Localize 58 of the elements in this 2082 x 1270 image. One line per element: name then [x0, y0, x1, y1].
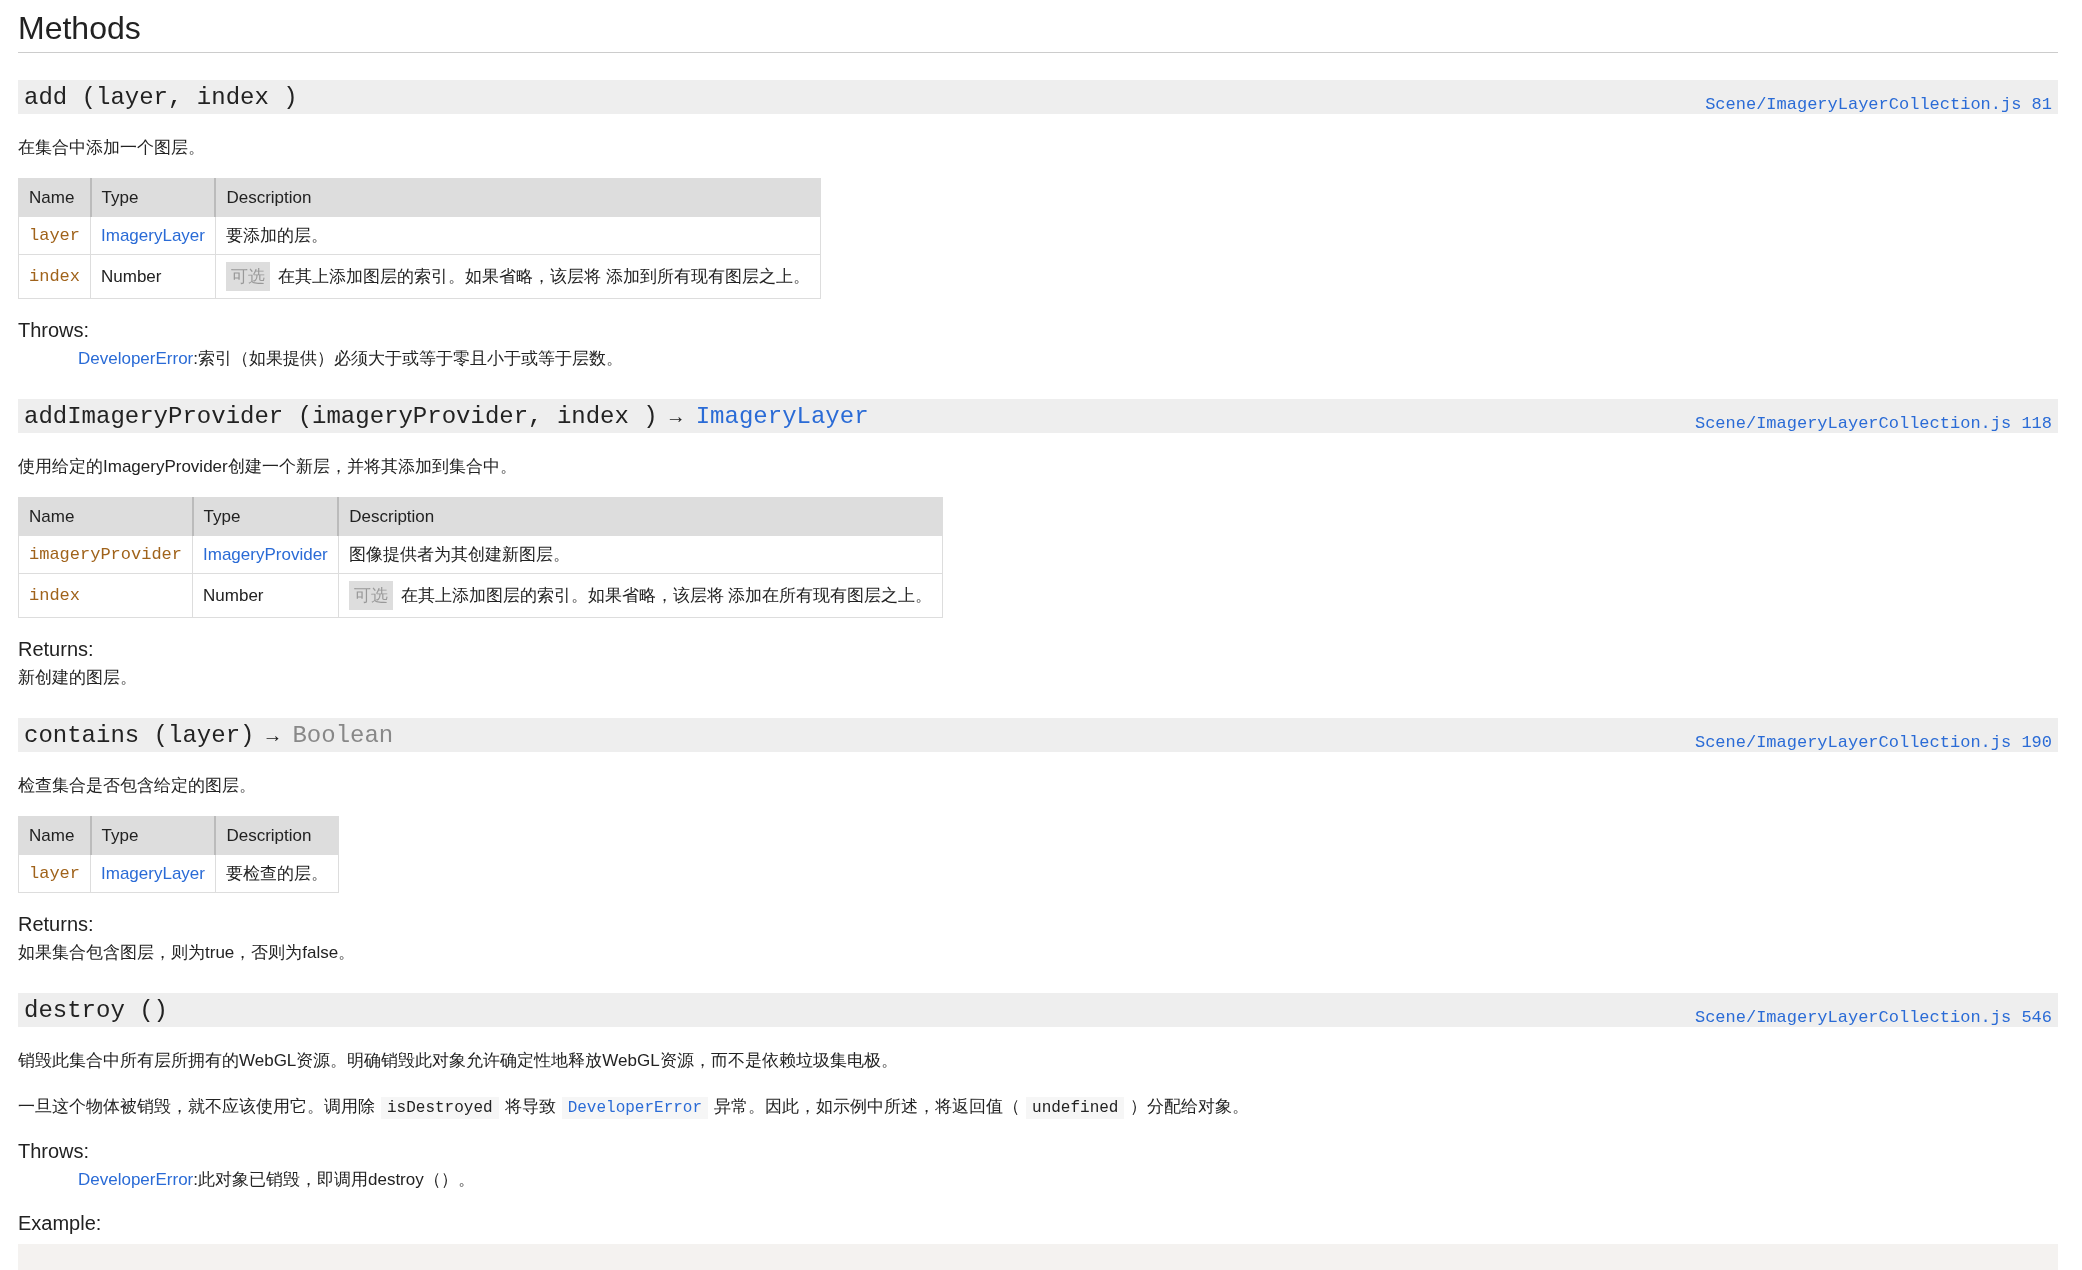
description-text: 图像提供者为其创建新图层。	[348, 545, 570, 564]
arrow-text: →	[669, 405, 682, 429]
type-link[interactable]: ImageryLayer	[101, 863, 205, 883]
description-text: 在其上添加图层的索引。如果省略，该层将 添加到所有现有图层之上。	[277, 267, 810, 286]
inline-code: undefined	[1026, 1097, 1125, 1119]
optional-badge: 可选	[225, 262, 270, 291]
return-type-link[interactable]: ImageryLayer	[695, 402, 869, 430]
return-type: Boolean	[292, 721, 394, 749]
column-header: Type	[90, 816, 216, 855]
source-link[interactable]: Scene/ImageryLayerCollection.js 81	[1705, 95, 2052, 114]
exception-text: :此对象已销毁，即调用destroy（）。	[193, 1170, 475, 1189]
method-signature: contains (layer)	[24, 721, 255, 749]
section-label: Example:	[18, 1211, 103, 1236]
description-text: 检查集合是否包含给定的图层。	[18, 775, 257, 797]
param-name-cell: index	[18, 573, 193, 618]
type-text: Number	[203, 585, 264, 605]
exception-link[interactable]: DeveloperError	[78, 349, 194, 368]
type-text: Number	[101, 266, 162, 286]
param-name-cell: layer	[18, 854, 91, 893]
inline-code-link[interactable]: DeveloperError	[561, 1097, 709, 1119]
column-header: Description	[215, 816, 339, 855]
section-label: Throws:	[18, 318, 91, 343]
method-signature: addImageryProvider (imageryProvider, index )	[24, 402, 658, 430]
optional-badge: 可选	[348, 581, 393, 610]
description-text: 要添加的层。	[225, 226, 328, 245]
page-heading: Methods	[18, 9, 141, 48]
inline-code: isDestroyed	[381, 1097, 499, 1119]
description-text: 在其上添加图层的索引。如果省略，该层将 添加在所有现有图层之上。	[400, 586, 933, 605]
column-header: Type	[192, 497, 339, 536]
column-header: Description	[215, 178, 821, 217]
section-label: Throws:	[18, 1139, 91, 1164]
param-name-cell: index	[18, 254, 91, 299]
column-header: Name	[18, 497, 193, 536]
column-header: Name	[18, 816, 91, 855]
section-label: Returns:	[18, 912, 95, 937]
arrow-text: →	[266, 724, 279, 748]
type-link[interactable]: ImageryLayer	[101, 225, 205, 245]
source-link[interactable]: Scene/ImageryLayerCollection.js 190	[1694, 733, 2052, 752]
type-link[interactable]: ImageryProvider	[203, 544, 328, 564]
column-header: Description	[338, 497, 943, 536]
column-header: Type	[90, 178, 216, 217]
description-text: 使用给定的ImageryProvider创建一个新层，并将其添加到集合中。	[18, 456, 518, 478]
param-name-cell: layer	[18, 216, 91, 255]
method-signature: add (layer, index )	[24, 83, 298, 111]
column-header: Name	[18, 178, 91, 217]
section-label: Returns:	[18, 637, 95, 662]
description-text: 要检查的层。	[225, 864, 328, 883]
description-text: 在集合中添加一个图层。	[18, 137, 206, 159]
param-name-cell: imageryProvider	[18, 535, 193, 574]
method-signature: destroy ()	[24, 996, 169, 1024]
exception-link[interactable]: DeveloperError	[78, 1170, 194, 1189]
exception-text: :索引（如果提供）必须大于或等于零且小于或等于层数。	[193, 349, 623, 368]
description-text: 一旦这个物体被销毁，就不应该使用它。调用除 isDestroyed 将导致 DeveloperError 异常。因此，如示例中所述，将返回值（ undefined ）分配给对象。	[18, 1096, 1251, 1120]
source-link[interactable]: Scene/ImageryLayerCollection.js 546	[1694, 1008, 2052, 1027]
returns-text: 新创建的图层。	[18, 667, 138, 689]
description-text: 销毁此集合中所有层所拥有的WebGL资源。明确销毁此对象允许确定性地释放WebGL资源，而不是依赖垃圾集电极。	[18, 1050, 899, 1072]
source-link[interactable]: Scene/ImageryLayerCollection.js 118	[1694, 414, 2052, 433]
returns-text: 如果集合包含图层，则为true，否则为false。	[18, 942, 357, 964]
